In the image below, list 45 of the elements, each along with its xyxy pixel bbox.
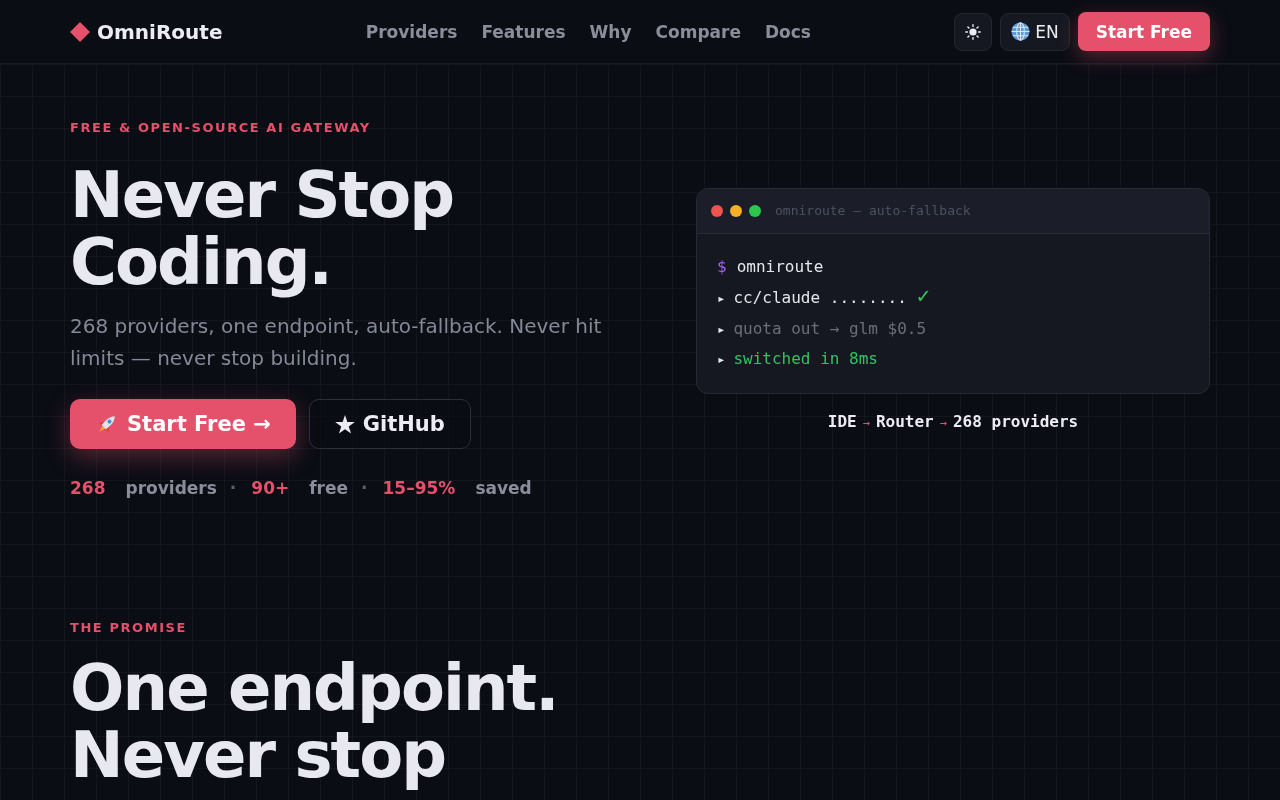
stat-separator: · xyxy=(361,478,368,498)
flow-arrow: → xyxy=(862,415,870,430)
zoom-dot-icon xyxy=(749,204,761,217)
nav-link[interactable]: Compare xyxy=(655,21,741,42)
line-marker: ▸ xyxy=(717,289,726,308)
nav-link[interactable]: Docs xyxy=(764,21,811,42)
nav-link[interactable]: Providers xyxy=(365,21,458,42)
stat-label: providers xyxy=(125,478,217,498)
stat-value: 90+ xyxy=(251,478,290,498)
language-button[interactable]: EN xyxy=(1000,12,1070,51)
stat-value: 268 xyxy=(70,478,106,498)
line-marker: ▸ xyxy=(717,319,726,339)
hero-subtitle: 268 providers, one endpoint, auto-fallback. Never hit limits — never stop building. xyxy=(70,313,603,372)
nav-link[interactable]: Features xyxy=(481,21,566,42)
line-marker: ▸ xyxy=(717,350,726,369)
star-icon xyxy=(334,414,355,434)
output-text: cc/claude ........ xyxy=(733,287,907,309)
section-eyebrow: THE PROMISE xyxy=(70,620,188,636)
github-button[interactable]: GitHub xyxy=(308,399,471,449)
nav-link[interactable]: Why xyxy=(589,21,632,42)
minimize-dot-icon xyxy=(730,204,742,217)
stat-value: 15–95% xyxy=(382,478,456,498)
flow-step: Router xyxy=(875,411,934,431)
check-mark: ✓ xyxy=(916,282,931,310)
diamond-logo-icon xyxy=(70,21,90,42)
prompt-symbol: $ xyxy=(717,255,727,278)
section-eyebrow: FREE & OPEN-SOURCE AI GATEWAY xyxy=(70,120,372,136)
start-free-button[interactable]: Start Free xyxy=(1077,12,1210,51)
output-text: quota out → glm $0.5 xyxy=(733,317,927,340)
hero-heading: Never Stop Coding. xyxy=(70,162,455,296)
section-heading: One endpoint. Never stop xyxy=(70,655,559,789)
output-text: switched in 8ms xyxy=(733,348,878,370)
stat-separator: · xyxy=(229,478,237,498)
flow-step: IDE xyxy=(827,411,857,431)
start-free-button[interactable]: Start Free → xyxy=(70,399,296,449)
sun-icon xyxy=(965,23,982,40)
close-dot-icon xyxy=(711,204,723,217)
command-text: omniroute xyxy=(736,255,824,278)
brand-name[interactable]: OmniRoute xyxy=(97,19,223,44)
stat-label: free xyxy=(309,478,349,498)
globe-icon xyxy=(1011,22,1031,41)
theme-toggle-button[interactable] xyxy=(954,12,993,51)
flow-step: 268 providers xyxy=(952,411,1079,431)
stat-label: saved xyxy=(475,478,532,498)
flow-arrow: → xyxy=(939,415,947,430)
